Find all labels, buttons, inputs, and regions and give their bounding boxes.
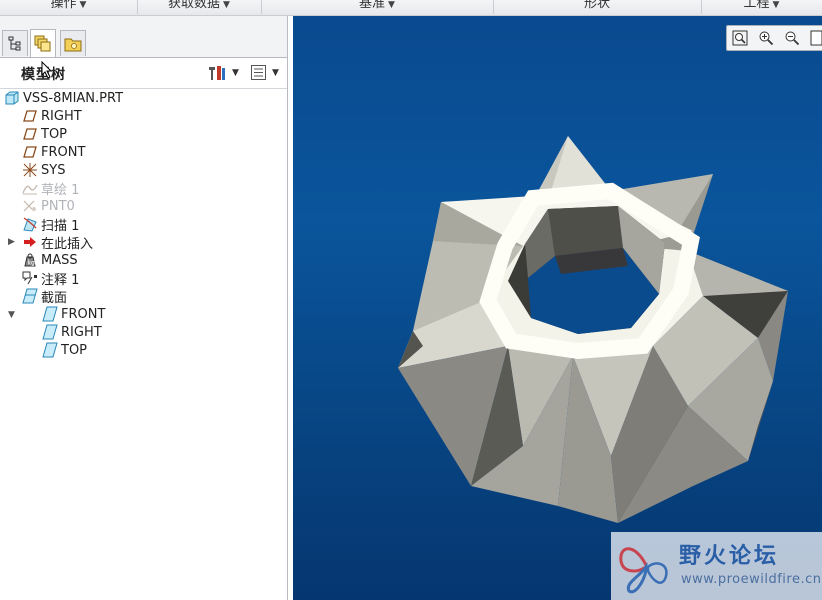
model-tree-icon — [8, 36, 21, 50]
tree-item-section-front[interactable]: FRONT — [42, 305, 105, 323]
dropdown-arrow-icon[interactable]: ▼ — [223, 0, 230, 10]
coordinate-system-icon — [22, 162, 38, 178]
tree-item-label: TOP — [61, 342, 88, 358]
tree-item-label: 草绘 1 — [41, 182, 80, 198]
sweep-icon — [22, 216, 38, 232]
part-icon — [4, 90, 20, 106]
navigator-tab-bar — [0, 16, 287, 58]
datum-plane-icon — [22, 144, 38, 160]
tree-item-label: TOP — [41, 126, 68, 142]
sketch-icon — [22, 180, 38, 196]
ribbon-group-get-data[interactable]: 获取数据 ▼ — [137, 0, 262, 14]
model-tree-tab[interactable] — [2, 30, 28, 56]
dropdown-arrow-icon: ▼ — [272, 68, 279, 78]
datum-point-icon — [22, 198, 38, 214]
watermark-url: www.proewildfire.cn — [681, 572, 822, 587]
ribbon-group-shapes[interactable]: 形状 — [493, 0, 702, 14]
forum-watermark: 野火论坛 www.proewildfire.cn — [611, 532, 822, 600]
navigator-panel: 模型树 ▼ ▼ VSS-8MIAN.PRT RIGHT TOP FRONT SY… — [0, 16, 288, 600]
layers-icon — [34, 35, 51, 51]
tree-item-label: RIGHT — [41, 108, 82, 124]
tree-item-label: VSS-8MIAN.PRT — [23, 90, 124, 106]
tree-item-insert-here[interactable]: 在此插入 — [22, 233, 94, 252]
tree-item-mass[interactable]: kg MASS — [22, 251, 78, 269]
ribbon-bar: 操作 ▼ 获取数据 ▼ 基准 ▼ 形状 工程 ▼ — [0, 0, 822, 16]
section-folder-icon — [22, 288, 38, 304]
ribbon-group-label: 获取数据 — [168, 0, 221, 11]
tree-item-label: RIGHT — [61, 324, 102, 340]
tree-item-datum-top[interactable]: TOP — [22, 125, 67, 143]
insert-here-icon — [22, 234, 38, 250]
tree-item-label: FRONT — [61, 306, 106, 322]
ribbon-group-engineering[interactable]: 工程 ▼ — [701, 0, 822, 14]
folder-browser-tab[interactable] — [60, 30, 86, 56]
show-columns-button[interactable]: ▼ — [250, 64, 279, 82]
ribbon-group-label: 工程 — [743, 0, 770, 11]
svg-text:kg: kg — [28, 260, 35, 267]
tree-settings-button[interactable]: ▼ — [206, 64, 239, 82]
tree-item-label: 注释 1 — [41, 272, 80, 288]
model-tree-header: 模型树 ▼ ▼ — [0, 58, 287, 89]
datum-plane-icon — [22, 108, 38, 124]
tree-item-datum-point[interactable]: PNT0 — [22, 197, 75, 215]
list-icon — [251, 65, 266, 80]
dropdown-arrow-icon[interactable]: ▼ — [80, 0, 87, 10]
tools-icon — [209, 66, 225, 80]
tree-item-datum-front[interactable]: FRONT — [22, 143, 85, 161]
tree-item-label: 扫描 1 — [41, 218, 80, 234]
annotation-icon — [22, 270, 38, 286]
tree-item-section-right[interactable]: RIGHT — [42, 323, 102, 341]
3d-model-star-prism[interactable] — [293, 16, 822, 600]
graphics-viewport[interactable]: 野火论坛 www.proewildfire.cn — [293, 16, 822, 600]
tree-item-label: MASS — [41, 252, 78, 268]
tree-item-label: PNT0 — [41, 198, 75, 214]
tree-item-label: SYS — [41, 162, 66, 178]
ribbon-group-label: 形状 — [583, 0, 610, 11]
dropdown-arrow-icon[interactable]: ▼ — [773, 0, 780, 10]
butterfly-logo-icon — [619, 547, 668, 594]
tree-item-label: FRONT — [41, 144, 86, 160]
tree-item-label: 在此插入 — [41, 236, 94, 252]
mouse-pointer-icon — [41, 61, 53, 79]
dropdown-arrow-icon[interactable]: ▼ — [388, 0, 395, 10]
expand-arrow-icon[interactable]: ▶ — [8, 237, 15, 247]
layer-tree-tab[interactable] — [30, 29, 56, 57]
tree-item-sections-folder[interactable]: 截面 — [22, 287, 68, 306]
datum-plane-icon — [22, 126, 38, 142]
tree-item-coordinate-system[interactable]: SYS — [22, 161, 65, 179]
ribbon-group-label: 基准 — [359, 0, 386, 11]
section-icon — [42, 306, 58, 322]
ribbon-group-operations[interactable]: 操作 ▼ — [0, 0, 138, 14]
dropdown-arrow-icon: ▼ — [232, 68, 239, 78]
watermark-title: 野火论坛 — [679, 544, 780, 569]
tree-item-section-top[interactable]: TOP — [42, 341, 87, 359]
tree-item-label: 截面 — [41, 290, 68, 306]
tree-item-annotation[interactable]: 注释 1 — [22, 269, 80, 288]
ribbon-group-datum[interactable]: 基准 ▼ — [261, 0, 494, 14]
ribbon-group-label: 操作 — [50, 0, 77, 11]
mass-properties-icon: kg — [22, 252, 38, 268]
collapse-arrow-icon[interactable]: ▼ — [8, 310, 15, 320]
tree-item-sweep[interactable]: 扫描 1 — [22, 215, 80, 234]
section-icon — [42, 342, 58, 358]
folder-icon — [64, 38, 82, 51]
tree-item-sketch[interactable]: 草绘 1 — [22, 179, 80, 198]
tree-item-part[interactable]: VSS-8MIAN.PRT — [4, 89, 123, 107]
section-icon — [42, 324, 58, 340]
tree-item-datum-right[interactable]: RIGHT — [22, 107, 82, 125]
